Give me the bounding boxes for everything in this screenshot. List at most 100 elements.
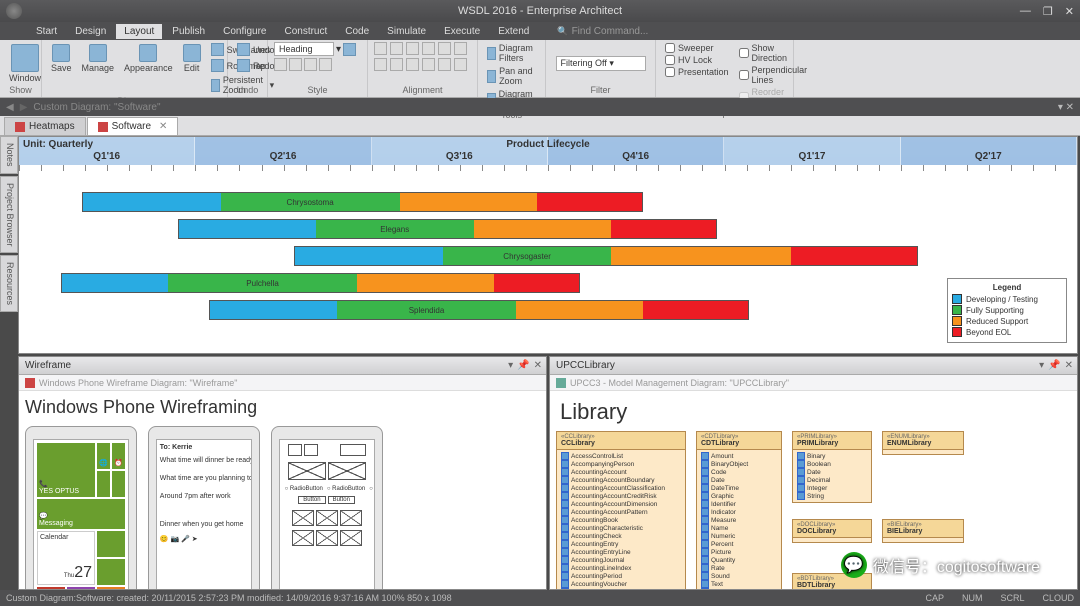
wf-button[interactable]: Button <box>328 496 355 504</box>
panel-close-icon[interactable]: ✕ <box>1065 360 1073 371</box>
appearance-button[interactable]: Appearance <box>121 42 176 75</box>
library-card[interactable]: «DOCLibrary»DOCLibrary <box>792 519 872 543</box>
nav-back-icon[interactable]: ◀ <box>6 102 14 113</box>
tile-onenote[interactable]: 📓 <box>67 587 95 589</box>
breadcrumb-text: Custom Diagram: "Software" <box>33 102 160 113</box>
roadmap-segment: Elegans <box>316 220 474 238</box>
align-icon[interactable] <box>406 42 419 55</box>
maximize-button[interactable]: ❐ <box>1043 5 1053 18</box>
roadmap-bar[interactable]: Elegans <box>178 219 718 239</box>
sidetab-resources[interactable]: Resources <box>0 255 18 312</box>
panel-autohide-icon[interactable]: 📌 <box>517 360 529 371</box>
menu-start[interactable]: Start <box>28 24 65 39</box>
tile-alarm[interactable]: ⏰ <box>112 443 125 469</box>
style-icon[interactable] <box>289 58 302 71</box>
align-icon[interactable] <box>374 58 387 71</box>
tile[interactable] <box>97 471 110 497</box>
tile-calendar[interactable]: CalendarThu27 <box>37 531 95 585</box>
sidetab-project-browser[interactable]: Project Browser <box>0 176 18 254</box>
menu-layout[interactable]: Layout <box>116 24 162 39</box>
align-icon[interactable] <box>422 42 435 55</box>
style-heading-select[interactable]: Heading <box>274 42 334 56</box>
wf-button[interactable]: Button <box>298 496 325 504</box>
perp-check[interactable]: Perpendicular Lines <box>736 64 811 86</box>
pan-zoom-option[interactable]: Pan and Zoom <box>484 65 540 87</box>
legend-item: Developing / Testing <box>952 294 1062 304</box>
wechat-icon: 💬 <box>841 552 867 578</box>
tile-office[interactable]: 📋 <box>37 587 65 589</box>
sidetab-notes[interactable]: Notes <box>0 136 18 174</box>
library-card[interactable]: «CCLibrary»CCLibraryAccessControlListAcc… <box>556 431 686 589</box>
diagram-filters-option[interactable]: Diagram Filters <box>484 42 540 64</box>
sweeper-check[interactable]: Sweeper <box>662 42 732 54</box>
breadcrumb-close-icon[interactable]: ▾ ✕ <box>1058 102 1074 113</box>
tab-heatmaps[interactable]: Heatmaps <box>4 117 86 135</box>
menu-code[interactable]: Code <box>337 24 377 39</box>
status-indicator: SCRL <box>1000 593 1024 603</box>
panel-pin-icon[interactable]: ▾ <box>1039 360 1044 371</box>
hvlock-check[interactable]: HV Lock <box>662 54 732 66</box>
phone-mockup-tiles: 📞YES OPTUS 🌐⏰ 💬Messaging CalendarThu27 📋… <box>25 426 137 589</box>
align-icon[interactable] <box>390 42 403 55</box>
tile-phone[interactable]: 📞YES OPTUS <box>37 443 95 497</box>
roadmap-bar[interactable]: Chrysogaster <box>294 246 918 266</box>
presentation-check[interactable]: Presentation <box>662 66 732 78</box>
tile[interactable] <box>97 587 125 589</box>
menu-design[interactable]: Design <box>67 24 114 39</box>
style-icon[interactable] <box>319 58 332 71</box>
roadmap-segment <box>474 220 611 238</box>
align-icon[interactable] <box>422 58 435 71</box>
roadmap-bar[interactable]: Splendida <box>209 300 749 320</box>
tile[interactable] <box>97 531 125 557</box>
align-icon[interactable] <box>454 42 467 55</box>
style-icon[interactable] <box>304 58 317 71</box>
style-icon[interactable] <box>274 58 287 71</box>
align-icon[interactable] <box>438 58 451 71</box>
panel-close-icon[interactable]: ✕ <box>534 360 542 371</box>
status-text: Custom Diagram:Software: created: 20/11/… <box>6 593 452 603</box>
tile[interactable] <box>97 559 125 585</box>
menu-extend[interactable]: Extend <box>490 24 537 39</box>
library-card[interactable]: «PRIMLibrary»PRIMLibraryBinaryBooleanDat… <box>792 431 872 503</box>
ribbon: WindowShow Save Manage Appearance Edit S… <box>0 40 1080 98</box>
roadmap-segment: Chrysogaster <box>443 247 612 265</box>
showdir-check[interactable]: Show Direction <box>736 42 811 64</box>
wf-box <box>340 510 362 526</box>
panel-autohide-icon[interactable]: 📌 <box>1048 360 1060 371</box>
library-card[interactable]: «BIELibrary»BIELibrary <box>882 519 964 543</box>
menu-simulate[interactable]: Simulate <box>379 24 434 39</box>
document-tabs: HeatmapsSoftware✕ <box>0 116 1080 136</box>
window-button[interactable]: Window <box>6 42 44 85</box>
filter-select[interactable]: Filtering Off ▾ <box>556 56 646 71</box>
panel-pin-icon[interactable]: ▾ <box>508 360 513 371</box>
align-icon[interactable] <box>406 58 419 71</box>
edit-button[interactable]: Edit <box>180 42 204 75</box>
tile[interactable] <box>112 471 125 497</box>
command-search[interactable]: Find Command... <box>549 24 656 39</box>
align-icon[interactable] <box>438 42 451 55</box>
align-icon[interactable] <box>390 58 403 71</box>
align-icon[interactable] <box>454 58 467 71</box>
align-icon[interactable] <box>374 42 387 55</box>
wf-box <box>316 510 338 526</box>
roadmap-bar[interactable]: Pulchella <box>61 273 579 293</box>
nav-fwd-icon[interactable]: ▶ <box>20 102 28 113</box>
tile-ie[interactable]: 🌐 <box>97 443 110 469</box>
roadmap-bar[interactable]: Chrysostoma <box>82 192 643 212</box>
minimize-button[interactable]: — <box>1020 5 1031 18</box>
legend-item: Reduced Support <box>952 316 1062 326</box>
tile-messaging[interactable]: 💬Messaging <box>37 499 125 529</box>
library-card[interactable]: «CDTLibrary»CDTLibraryAmountBinaryObject… <box>696 431 782 589</box>
msg-line: Dinner when you get home <box>160 520 248 529</box>
manage-button[interactable]: Manage <box>79 42 118 75</box>
tab-software[interactable]: Software✕ <box>87 117 179 135</box>
apply-style-icon[interactable] <box>343 43 356 56</box>
close-button[interactable]: ✕ <box>1065 5 1074 18</box>
menu-configure[interactable]: Configure <box>215 24 274 39</box>
save-button[interactable]: Save <box>48 42 75 75</box>
menu-execute[interactable]: Execute <box>436 24 488 39</box>
window-title: WSDL 2016 - Enterprise Architect <box>458 5 622 17</box>
library-card[interactable]: «ENUMLibrary»ENUMLibrary <box>882 431 964 455</box>
menu-publish[interactable]: Publish <box>164 24 213 39</box>
menu-construct[interactable]: Construct <box>276 24 335 39</box>
